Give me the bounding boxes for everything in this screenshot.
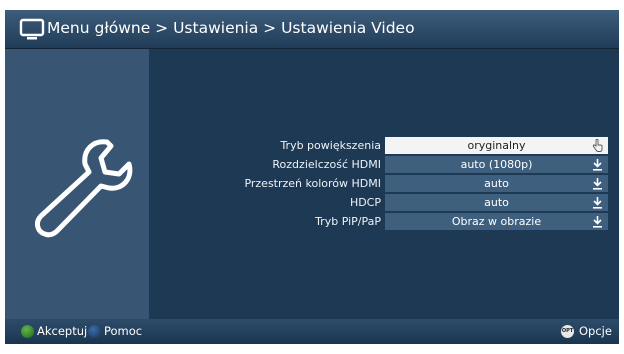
dropdown-arrow-icon <box>593 159 602 171</box>
setting-value-selector[interactable]: auto (1080p) <box>385 156 608 173</box>
breadcrumb-title: Menu główne > Ustawienia > Ustawienia Vi… <box>47 19 415 37</box>
green-button-icon[interactable] <box>21 325 34 338</box>
setting-row-hdmi-color-space[interactable]: Przestrzeń kolorów HDMI auto <box>149 175 619 192</box>
setting-value: Obraz w obrazie <box>451 215 542 228</box>
settings-panel: Tryb powiększenia oryginalny Rozdzielczo… <box>149 49 619 319</box>
setting-value-selector[interactable]: auto <box>385 175 608 192</box>
dropdown-arrow-icon <box>593 197 602 209</box>
setting-value-selector[interactable]: Obraz w obrazie <box>385 213 608 230</box>
setting-row-hdcp[interactable]: HDCP auto <box>149 194 619 211</box>
setting-value: auto <box>484 196 509 209</box>
setting-label: Tryb powiększenia <box>280 139 381 152</box>
accept-label: Akceptuj <box>37 324 88 338</box>
wrench-icon <box>35 139 133 238</box>
options-label: Opcje <box>579 324 612 338</box>
opt-button-icon[interactable]: OPT <box>561 325 574 338</box>
setting-label: Przestrzeń kolorów HDMI <box>244 177 381 190</box>
setting-row-zoom-mode[interactable]: Tryb powiększenia oryginalny <box>149 137 619 154</box>
dropdown-arrow-icon <box>593 178 602 190</box>
setting-row-hdmi-resolution[interactable]: Rozdzielczość HDMI auto (1080p) <box>149 156 619 173</box>
setting-label: Tryb PiP/PaP <box>315 215 381 228</box>
setting-label: HDCP <box>349 196 381 209</box>
blue-button-icon[interactable] <box>88 325 101 338</box>
setting-row-pip-pap-mode[interactable]: Tryb PiP/PaP Obraz w obrazie <box>149 213 619 230</box>
tv-screen: Menu główne > Ustawienia > Ustawienia Vi… <box>5 10 619 344</box>
setting-value-selector[interactable]: auto <box>385 194 608 211</box>
tv-icon <box>19 18 45 40</box>
footer-bar: Akceptuj Pomoc OPT Opcje <box>5 319 619 344</box>
setting-label: Rozdzielczość HDMI <box>272 158 381 171</box>
setting-value-selector[interactable]: oryginalny <box>385 137 608 154</box>
setting-value: auto (1080p) <box>460 158 533 171</box>
dropdown-arrow-icon <box>593 216 602 228</box>
sidebar-panel <box>5 49 149 319</box>
help-label: Pomoc <box>104 324 143 338</box>
setting-value: oryginalny <box>467 139 526 152</box>
hand-pointer-icon <box>592 139 603 152</box>
setting-value: auto <box>484 177 509 190</box>
header-bar: Menu główne > Ustawienia > Ustawienia Vi… <box>5 10 619 49</box>
